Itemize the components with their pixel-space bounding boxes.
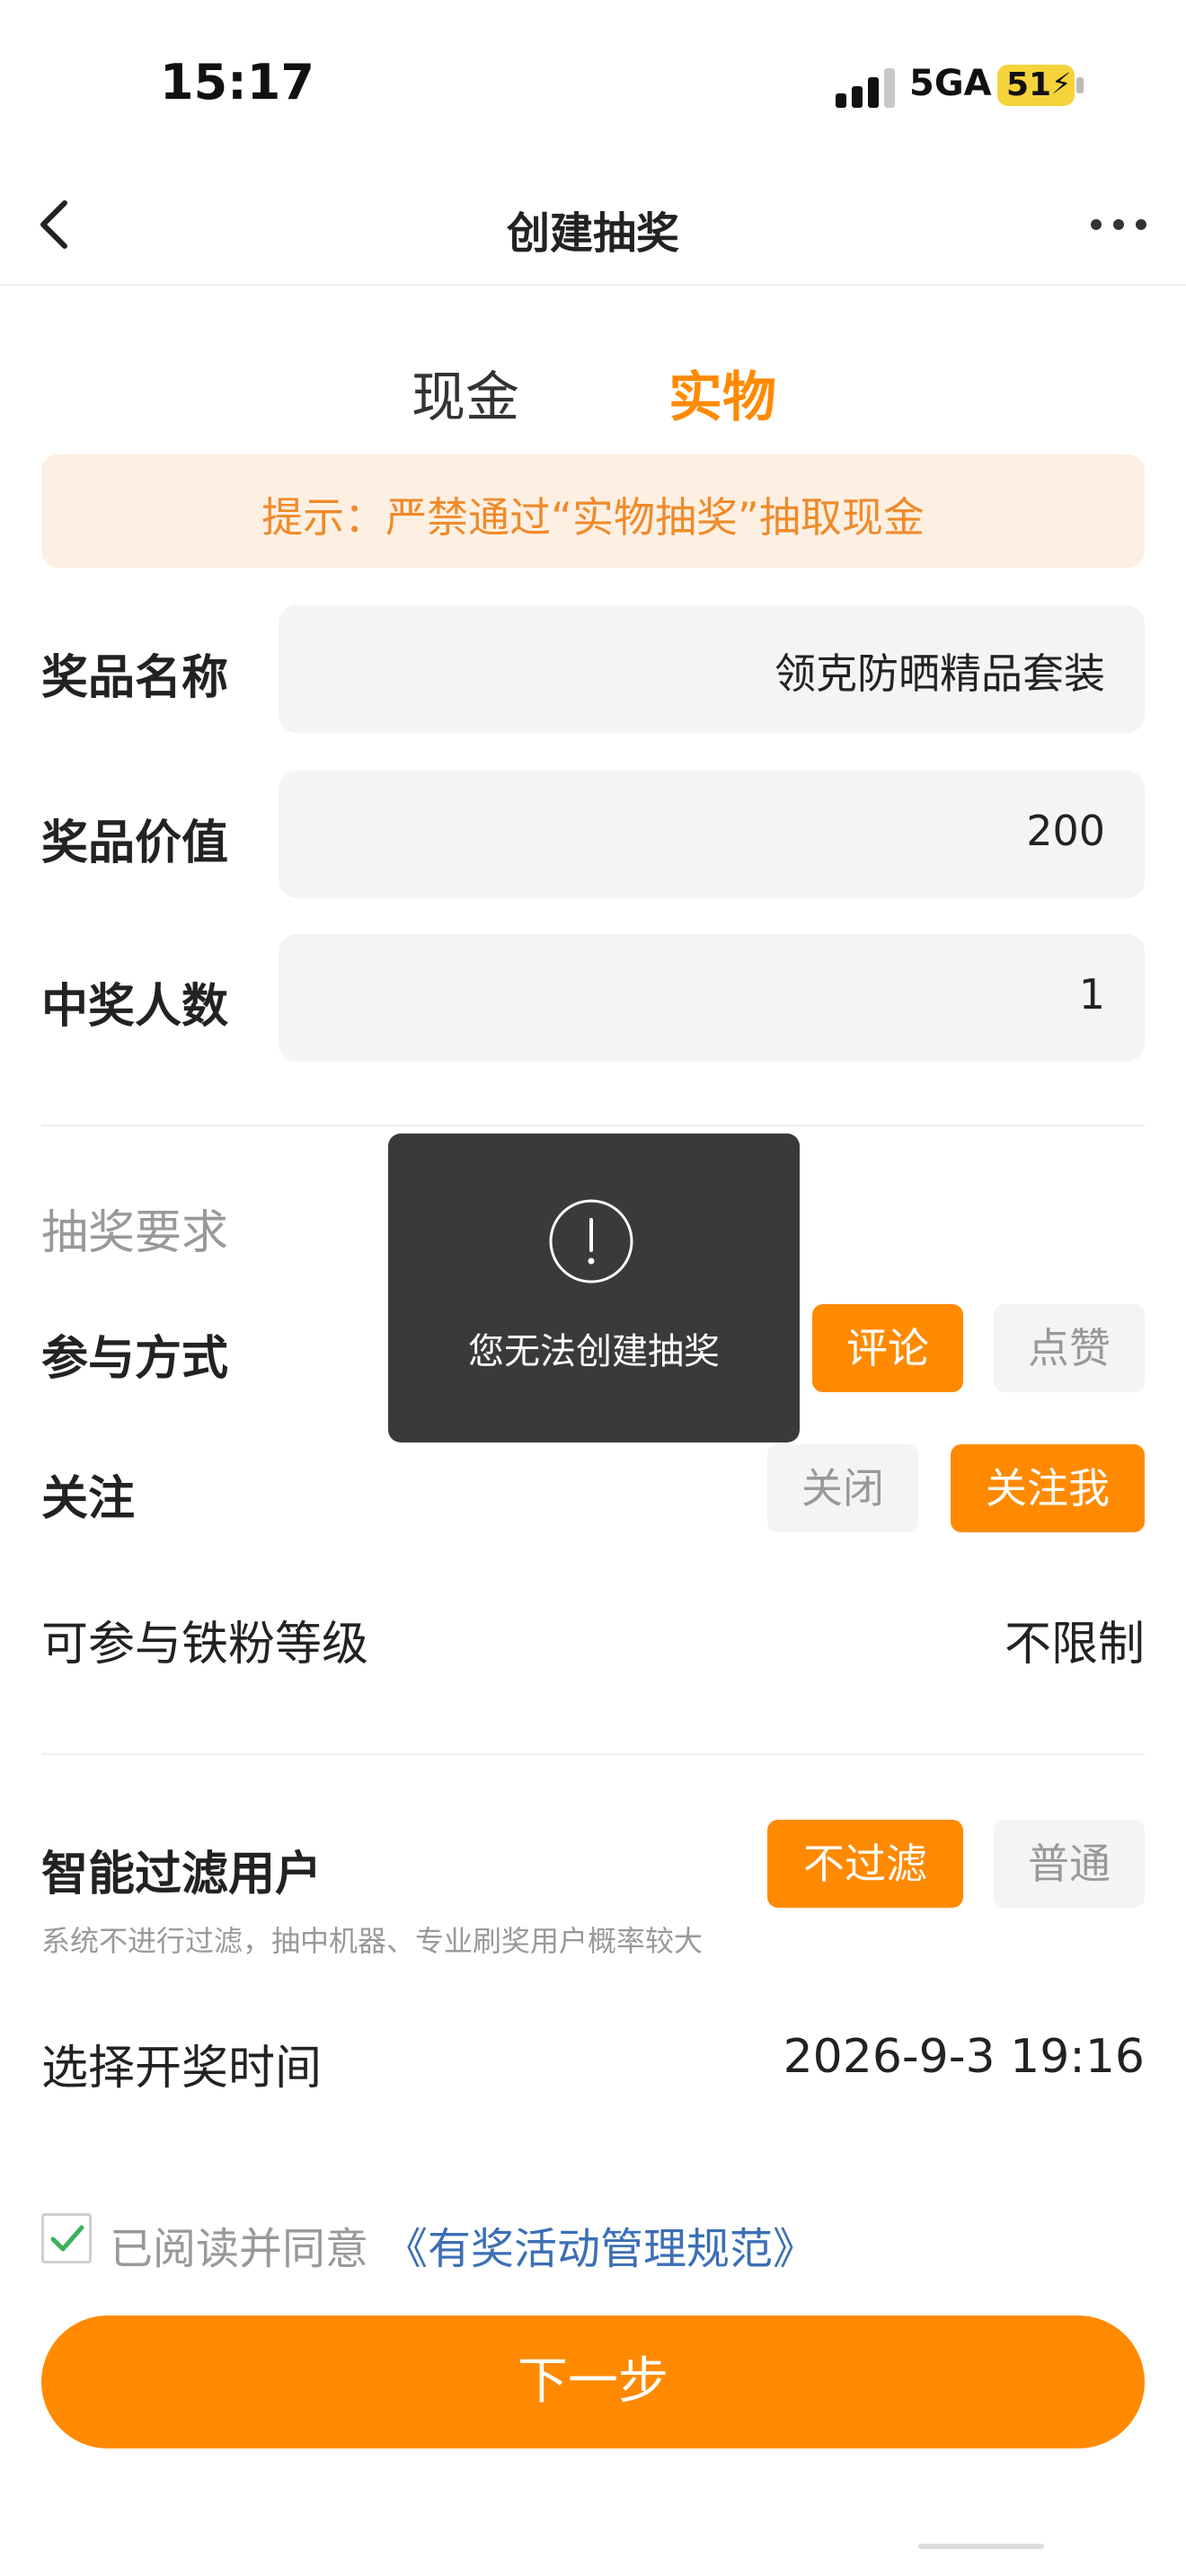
page-title: 创建抽奖 bbox=[506, 208, 679, 259]
participation-comment-button[interactable]: 评论 bbox=[812, 1304, 963, 1392]
winners-input[interactable]: 1 bbox=[279, 934, 1145, 1062]
draw-time-value[interactable]: 2026-9-3 19:16 bbox=[783, 2030, 1145, 2084]
participation-like-button[interactable]: 点赞 bbox=[994, 1304, 1145, 1392]
filter-hint: 系统不进行过滤，抽中机器、专业刷奖用户概率较大 bbox=[41, 1924, 704, 1958]
prize-name-label: 奖品名称 bbox=[41, 651, 229, 705]
signal-icon bbox=[836, 68, 898, 108]
filter-none-button[interactable]: 不过滤 bbox=[767, 1820, 963, 1908]
battery-icon: 51 ⚡ bbox=[997, 65, 1075, 106]
prize-name-value: 领克防晒精品套装 bbox=[774, 649, 1105, 698]
prize-value-label: 奖品价值 bbox=[41, 816, 229, 870]
winners-value: 1 bbox=[1078, 970, 1105, 1019]
follow-off-button[interactable]: 关闭 bbox=[767, 1444, 918, 1532]
charging-icon: ⚡ bbox=[1051, 66, 1072, 101]
network-label: 5GA bbox=[909, 63, 992, 104]
home-indicator bbox=[918, 2544, 1044, 2549]
agreement-link[interactable]: 《有奖活动管理规范》 bbox=[385, 2213, 816, 2276]
create-lottery-page: 15:17 5GA 51 ⚡ 创建抽奖 现金 实物 提示：严禁通过“实物抽奖”抽… bbox=[0, 0, 1186, 2576]
next-step-button[interactable]: 下一步 bbox=[41, 2316, 1145, 2448]
battery-level: 51 bbox=[1006, 66, 1052, 103]
status-time: 15:17 bbox=[160, 54, 314, 110]
notice-text: 提示：严禁通过“实物抽奖”抽取现金 bbox=[261, 493, 925, 542]
more-icon[interactable] bbox=[1078, 201, 1159, 246]
agreement-checkbox[interactable] bbox=[41, 2213, 92, 2263]
prize-value-input[interactable]: 200 bbox=[279, 771, 1145, 898]
notice-banner: 提示：严禁通过“实物抽奖”抽取现金 bbox=[41, 454, 1145, 568]
error-toast: 您无法创建抽奖 bbox=[388, 1134, 800, 1442]
tab-physical[interactable]: 实物 bbox=[668, 354, 776, 432]
section-divider bbox=[41, 1753, 1145, 1755]
participation-label: 参与方式 bbox=[41, 1332, 229, 1386]
section-divider bbox=[41, 1125, 1145, 1126]
follow-label: 关注 bbox=[41, 1472, 136, 1526]
fan-level-value[interactable]: 不限制 bbox=[1005, 1606, 1145, 1673]
nav-divider bbox=[0, 284, 1186, 286]
check-icon bbox=[50, 2225, 84, 2252]
exclamation-circle-icon bbox=[549, 1199, 633, 1284]
prize-name-input[interactable]: 领克防晒精品套装 bbox=[279, 605, 1145, 733]
requirements-title: 抽奖要求 bbox=[41, 1206, 229, 1260]
filter-label: 智能过滤用户 bbox=[41, 1848, 323, 1901]
battery-tip bbox=[1076, 77, 1084, 93]
prize-value-value: 200 bbox=[1026, 807, 1105, 855]
follow-me-button[interactable]: 关注我 bbox=[951, 1444, 1145, 1532]
agreement-text: 已阅读并同意 bbox=[110, 2224, 369, 2274]
fan-level-label: 可参与铁粉等级 bbox=[41, 1618, 369, 1672]
tab-cash[interactable]: 现金 bbox=[412, 354, 519, 432]
toast-message: 您无法创建抽奖 bbox=[468, 1331, 720, 1372]
filter-normal-button[interactable]: 普通 bbox=[994, 1820, 1145, 1908]
winners-label: 中奖人数 bbox=[41, 980, 229, 1034]
draw-time-label: 选择开奖时间 bbox=[41, 2042, 323, 2095]
